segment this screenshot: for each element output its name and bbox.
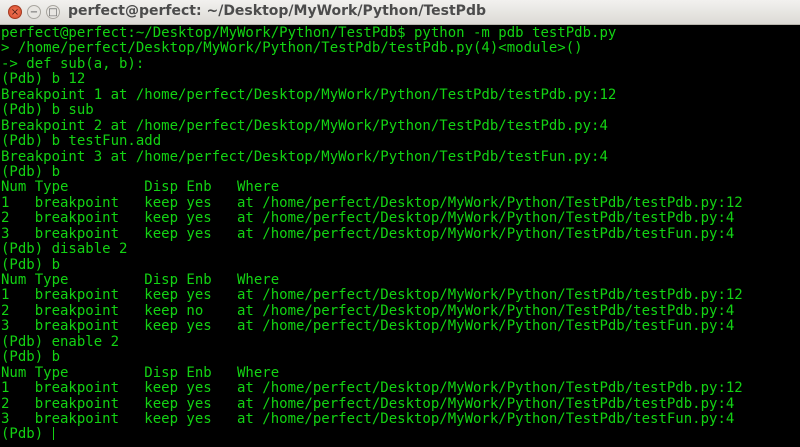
- maximize-icon[interactable]: □: [46, 5, 60, 19]
- terminal-line: Breakpoint 2 at /home/perfect/Desktop/My…: [1, 117, 608, 134]
- terminal-line: perfect@perfect:~/Desktop/MyWork/Python/…: [1, 25, 617, 41]
- terminal-line: 3 breakpoint keep yes at /home/perfect/D…: [1, 318, 735, 335]
- terminal-line: (Pdb) b: [1, 256, 61, 273]
- close-icon[interactable]: ×: [8, 5, 22, 19]
- window-title: perfect@perfect: ~/Desktop/MyWork/Python…: [68, 3, 486, 19]
- prompt: (Pdb): [1, 426, 52, 443]
- terminal-line: 3 breakpoint keep yes at /home/perfect/D…: [1, 410, 735, 427]
- terminal-line: (Pdb) b: [1, 349, 61, 366]
- terminal-line: 3 breakpoint keep yes at /home/perfect/D…: [1, 225, 735, 242]
- terminal-line: (Pdb) b 12: [1, 71, 86, 88]
- terminal-line: 1 breakpoint keep yes at /home/perfect/D…: [1, 287, 743, 304]
- terminal-line: 1 breakpoint keep yes at /home/perfect/D…: [1, 194, 743, 211]
- terminal-line: 1 breakpoint keep yes at /home/perfect/D…: [1, 380, 743, 397]
- terminal-line: 2 breakpoint keep yes at /home/perfect/D…: [1, 210, 735, 227]
- text-cursor: [52, 427, 54, 441]
- terminal-line: > /home/perfect/Desktop/MyWork/Python/Te…: [1, 40, 583, 57]
- terminal-line: (Pdb) enable 2: [1, 333, 120, 350]
- terminal-line: -> def sub(a, b):: [1, 55, 145, 72]
- terminal-line: (Pdb) disable 2: [1, 241, 128, 258]
- terminal-line: Num Type Disp Enb Where: [1, 272, 280, 288]
- minimize-icon[interactable]: −: [27, 5, 41, 19]
- terminal-prompt-line[interactable]: (Pdb): [1, 427, 800, 442]
- terminal-line: (Pdb) b sub: [1, 102, 94, 119]
- terminal-line: (Pdb) b: [1, 163, 61, 180]
- terminal-line: 2 breakpoint keep yes at /home/perfect/D…: [1, 395, 735, 412]
- terminal-line: Breakpoint 1 at /home/perfect/Desktop/My…: [1, 86, 617, 103]
- terminal-output[interactable]: perfect@perfect:~/Desktop/MyWork/Python/…: [1, 25, 800, 447]
- terminal-line: Num Type Disp Enb Where: [1, 364, 280, 381]
- terminal-line: Breakpoint 3 at /home/perfect/Desktop/My…: [1, 148, 608, 165]
- terminal-line: 2 breakpoint keep no at /home/perfect/De…: [1, 302, 735, 319]
- terminal-line: Num Type Disp Enb Where: [1, 179, 280, 196]
- title-bar[interactable]: × − □ perfect@perfect: ~/Desktop/MyWork/…: [0, 0, 800, 25]
- terminal-line: (Pdb) b testFun.add: [1, 133, 162, 150]
